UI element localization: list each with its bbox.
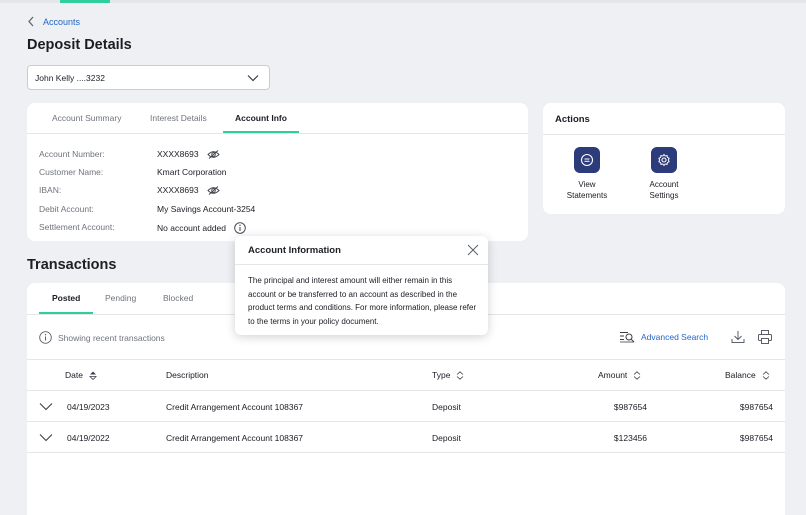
info-tabs: Account Summary Interest Details Account…	[27, 103, 528, 134]
account-select-value: John Kelly ....3232	[35, 72, 105, 83]
tab-account-summary[interactable]: Account Summary	[52, 113, 121, 123]
customer-name-label: Customer Name:	[39, 167, 104, 177]
customer-name-value: Kmart Corporation	[157, 167, 227, 177]
debit-account-value: My Savings Account-3254	[157, 204, 256, 214]
row-type: Deposit	[432, 402, 461, 412]
table-header: Date Description Type Amount Balance	[27, 359, 785, 391]
column-description: Description	[166, 370, 209, 380]
tab-account-info[interactable]: Account Info	[235, 113, 287, 123]
row-amount: $123456	[613, 433, 647, 443]
advanced-search-link[interactable]: Advanced Search	[619, 331, 708, 343]
statements-icon	[580, 153, 594, 167]
column-date-label: Date	[65, 370, 83, 380]
sort-icon	[89, 371, 97, 380]
chevron-left-icon	[28, 16, 34, 27]
column-type[interactable]: Type	[432, 370, 464, 380]
eye-hidden-icon[interactable]	[206, 149, 220, 159]
row-amount: $987654	[613, 402, 647, 412]
column-amount[interactable]: Amount	[598, 370, 641, 380]
account-info-card: Account Summary Interest Details Account…	[27, 103, 528, 241]
iban-row: IBAN: XXXX8693	[39, 185, 220, 195]
active-tab-indicator	[223, 131, 299, 133]
divider	[235, 264, 488, 265]
column-balance-label: Balance	[725, 370, 756, 380]
column-amount-label: Amount	[598, 370, 628, 380]
account-information-popover: Account Information The principal and in…	[235, 236, 488, 335]
debit-account-row: Debit Account: My Savings Account-3254	[39, 204, 255, 214]
actions-title: Actions	[555, 114, 590, 125]
advanced-search-label: Advanced Search	[641, 332, 709, 342]
showing-text: Showing recent transactions	[58, 332, 165, 343]
row-description: Credit Arrangement Account 108367	[166, 402, 304, 412]
eye-hidden-icon[interactable]	[206, 185, 220, 195]
row-date: 04/19/2023	[67, 402, 110, 412]
customer-name-row: Customer Name: Kmart Corporation	[39, 167, 226, 177]
sort-icon	[457, 370, 464, 380]
download-icon[interactable]	[730, 329, 746, 345]
debit-account-label: Debit Account:	[39, 204, 94, 214]
back-link[interactable]: Accounts	[27, 16, 80, 27]
account-settings-label-2: Settings	[649, 191, 679, 200]
row-balance: $987654	[739, 433, 773, 443]
print-icon[interactable]	[757, 329, 773, 345]
table-row[interactable]: 04/19/2023 Credit Arrangement Account 10…	[27, 391, 785, 422]
row-date: 04/19/2022	[67, 433, 110, 443]
chevron-down-icon[interactable]	[39, 402, 53, 411]
info-icon[interactable]	[234, 222, 246, 234]
view-statements-label-2: Statements	[566, 191, 608, 200]
view-statements-button[interactable]: View Statements	[557, 147, 617, 201]
showing-note: Showing recent transactions	[39, 331, 165, 344]
tab-posted[interactable]: Posted	[52, 293, 80, 303]
account-settings-label-1: Account	[649, 180, 679, 189]
account-number-row: Account Number: XXXX8693	[39, 149, 220, 159]
column-type-label: Type	[432, 370, 451, 380]
row-balance: $987654	[739, 402, 773, 412]
tab-blocked[interactable]: Blocked	[163, 293, 193, 303]
sort-icon	[634, 370, 641, 380]
top-nav-line	[0, 0, 806, 3]
chevron-down-icon[interactable]	[39, 433, 53, 442]
search-filter-icon	[620, 332, 635, 343]
tab-pending[interactable]: Pending	[105, 293, 136, 303]
iban-label: IBAN:	[39, 185, 62, 195]
row-description: Credit Arrangement Account 108367	[166, 433, 304, 443]
close-icon[interactable]	[466, 243, 480, 257]
iban-value: XXXX8693	[157, 185, 199, 195]
actions-card: Actions View Statements Account Settings	[543, 103, 785, 214]
table-row[interactable]: 04/19/2022 Credit Arrangement Account 10…	[27, 422, 785, 453]
column-balance[interactable]: Balance	[725, 370, 770, 380]
column-date[interactable]: Date	[65, 370, 97, 380]
account-select[interactable]: John Kelly ....3232	[27, 65, 270, 90]
back-link-label: Accounts	[43, 16, 81, 27]
tab-interest-details[interactable]: Interest Details	[150, 113, 207, 123]
active-tab-indicator	[39, 312, 93, 314]
chevron-down-icon	[247, 74, 259, 81]
account-settings-button[interactable]: Account Settings	[634, 147, 694, 201]
row-type: Deposit	[432, 433, 461, 443]
popover-body: The principal and interest amount will e…	[248, 276, 477, 326]
info-icon	[39, 331, 52, 344]
settlement-account-label: Settlement Account:	[39, 222, 115, 232]
settlement-account-value: No account added	[157, 223, 226, 233]
column-description-label: Description	[166, 370, 209, 380]
popover-title: Account Information	[248, 245, 341, 256]
view-statements-label-1: View	[578, 180, 596, 189]
divider	[543, 134, 785, 135]
page-title: Deposit Details	[27, 37, 132, 53]
transactions-title: Transactions	[27, 257, 117, 273]
gear-icon	[658, 153, 670, 167]
sort-icon	[762, 370, 769, 380]
top-nav-active-indicator	[60, 0, 110, 3]
account-number-value: XXXX8693	[157, 149, 199, 159]
account-number-label: Account Number:	[39, 149, 105, 159]
settlement-account-row: Settlement Account: No account added	[39, 222, 246, 234]
